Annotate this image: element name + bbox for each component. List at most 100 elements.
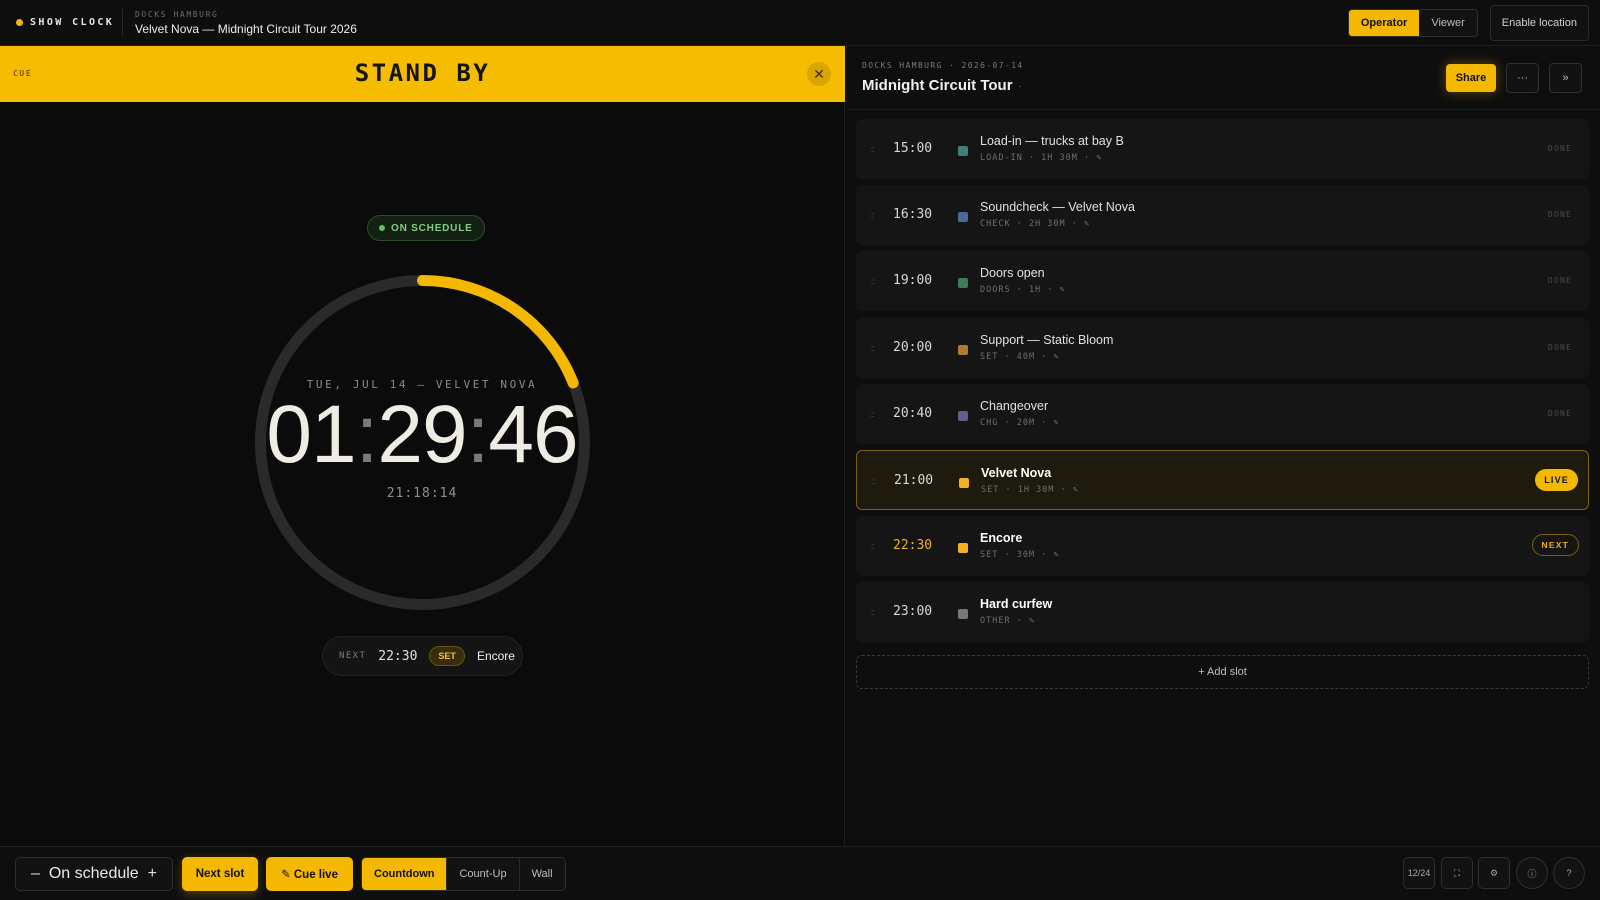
rundown-header: DOCKS HAMBURG · 2026-07-14 Midnight Circ… bbox=[846, 46, 1600, 110]
slot-title: Encore bbox=[980, 531, 1023, 546]
chevron-right-icon: » bbox=[1562, 72, 1569, 84]
drag-handle-icon[interactable]: ::: bbox=[870, 608, 875, 617]
slot-row[interactable]: ::: 21:00 Velvet Nova SET · 1H 30M · ✎ LIVE bbox=[856, 450, 1589, 510]
slot-title: Doors open bbox=[980, 266, 1045, 281]
collapse-panel-button[interactable]: » bbox=[1549, 63, 1582, 93]
rundown-title[interactable]: Midnight Circuit Tour · bbox=[862, 77, 1022, 94]
slot-state-badge: DONE bbox=[1547, 210, 1572, 220]
slot-title: Changeover bbox=[980, 398, 1049, 413]
info-button[interactable]: ⓘ bbox=[1516, 857, 1548, 889]
mode-count-up-tab[interactable]: Count-Up bbox=[446, 858, 519, 890]
fullscreen-icon: ⛶ bbox=[1453, 867, 1461, 878]
next-time: 22:30 bbox=[378, 648, 418, 664]
help-button[interactable]: ? bbox=[1553, 857, 1585, 889]
countdown-display: 01:29:46 bbox=[238, 388, 606, 482]
clock-panel: CUE STAND BY ✕ ON SCHEDULE TUE, JUL 14 —… bbox=[0, 46, 845, 846]
slot-title: Hard curfew bbox=[980, 597, 1053, 612]
drag-handle-icon[interactable]: ::: bbox=[870, 410, 875, 419]
slot-title: Load-in — trucks at bay B bbox=[980, 134, 1124, 148]
plus-button[interactable]: + bbox=[148, 865, 157, 883]
slot-color-swatch bbox=[958, 146, 968, 156]
countdown-seconds: 46 bbox=[488, 389, 578, 480]
add-slot-button[interactable]: + Add slot bbox=[856, 655, 1589, 689]
title-dot: · bbox=[1018, 80, 1022, 92]
drag-handle-icon[interactable]: ::: bbox=[870, 277, 875, 286]
brand: SHOW CLOCK bbox=[0, 0, 122, 45]
slot-title: Velvet Nova bbox=[981, 466, 1052, 480]
next-slot-button[interactable]: Next slot bbox=[182, 857, 258, 891]
slot-state-badge: DONE bbox=[1547, 342, 1572, 352]
mode-wall-tab[interactable]: Wall bbox=[518, 858, 565, 890]
show-title: Velvet Nova — Midnight Circuit Tour 2026 bbox=[135, 21, 357, 36]
brand-name: SHOW CLOCK bbox=[30, 17, 115, 28]
slot-time: 19:00 bbox=[893, 273, 933, 289]
cue-live-button[interactable]: ✎ Cue live bbox=[266, 857, 353, 891]
slot-color-swatch bbox=[959, 478, 969, 488]
top-bar: SHOW CLOCK DOCKS HAMBURG Velvet Nova — M… bbox=[0, 0, 1600, 46]
role-switch: Operator Viewer bbox=[1347, 9, 1478, 37]
venue-label: DOCKS HAMBURG bbox=[135, 9, 219, 19]
slot-title: Soundcheck — Velvet Nova bbox=[980, 200, 1135, 215]
drag-handle-icon[interactable]: ::: bbox=[870, 542, 875, 551]
slot-time: 22:30 bbox=[893, 538, 933, 554]
slot-row[interactable]: ::: 19:00 Doors open DOORS · 1H · ✎ DONE bbox=[856, 251, 1589, 312]
next-tag: SET bbox=[429, 646, 465, 666]
slot-row[interactable]: ::: 23:00 Hard curfew OTHER · ✎ bbox=[856, 582, 1589, 643]
colon-separator: : bbox=[466, 389, 490, 480]
schedule-status: On schedule bbox=[48, 865, 139, 882]
slot-color-swatch bbox=[958, 212, 968, 223]
role-viewer-button[interactable]: Viewer bbox=[1419, 10, 1477, 36]
slot-color-swatch bbox=[958, 609, 968, 620]
slot-time: 20:00 bbox=[893, 339, 933, 355]
mode-countdown-tab[interactable]: Countdown bbox=[362, 858, 447, 890]
fullscreen-button[interactable]: ⛶ bbox=[1441, 857, 1473, 889]
schedule-adjuster: – On schedule + bbox=[15, 857, 173, 891]
more-button[interactable]: ··· bbox=[1506, 63, 1539, 93]
bottom-bar: – On schedule + Next slot ✎ Cue live Cou… bbox=[0, 846, 1600, 900]
info-icon: ⓘ bbox=[1527, 868, 1537, 879]
help-icon: ? bbox=[1566, 868, 1572, 878]
slot-state-badge: LIVE bbox=[1535, 469, 1578, 491]
cue-banner: CUE STAND BY ✕ bbox=[0, 46, 845, 102]
next-label: NEXT bbox=[339, 651, 367, 661]
format-12-24-button[interactable]: 12/24 bbox=[1403, 857, 1435, 889]
slot-time: 23:00 bbox=[893, 604, 933, 620]
drag-handle-icon[interactable]: ::: bbox=[870, 211, 875, 220]
close-cue-button[interactable]: ✕ bbox=[807, 62, 831, 86]
slot-row[interactable]: ::: 20:40 Changeover CHG · 20M · ✎ DONE bbox=[856, 383, 1589, 444]
share-button[interactable]: Share bbox=[1446, 64, 1496, 92]
role-operator-button[interactable]: Operator bbox=[1348, 10, 1420, 36]
next-name: Encore bbox=[476, 649, 515, 663]
rundown-venue-date: DOCKS HAMBURG · 2026-07-14 bbox=[862, 61, 1024, 70]
top-bar-actions: Operator Viewer Enable location bbox=[1347, 5, 1589, 41]
slot-title: Support — Static Bloom bbox=[980, 332, 1114, 347]
cue-text: STAND BY bbox=[354, 59, 491, 87]
enable-location-button[interactable]: Enable location bbox=[1489, 5, 1589, 41]
drag-handle-icon[interactable]: ::: bbox=[871, 477, 876, 486]
rundown-title-text: Midnight Circuit Tour bbox=[862, 77, 1013, 94]
slot-meta: SET · 1H 30M · ✎ bbox=[981, 485, 1079, 495]
slot-meta: LOAD-IN · 1H 30M · ✎ bbox=[980, 153, 1103, 163]
slot-meta: SET · 40M · ✎ bbox=[980, 351, 1060, 362]
more-icon: ··· bbox=[1517, 72, 1528, 84]
slot-meta: CHG · 20M · ✎ bbox=[980, 417, 1060, 428]
minus-button[interactable]: – bbox=[31, 865, 40, 883]
rundown-panel: DOCKS HAMBURG · 2026-07-14 Midnight Circ… bbox=[846, 46, 1600, 846]
slot-row[interactable]: ::: 15:00 Load-in — trucks at bay BLOAD-IN… bbox=[856, 119, 1589, 179]
slot-color-swatch bbox=[958, 543, 968, 554]
drag-handle-icon[interactable]: ::: bbox=[870, 344, 875, 353]
brand-dot-icon bbox=[16, 19, 23, 26]
slot-row[interactable]: ::: 20:00 Support — Static BloomSET · 40M … bbox=[856, 317, 1589, 378]
slot-meta: DOORS · 1H · ✎ bbox=[980, 285, 1066, 296]
slot-color-swatch bbox=[958, 410, 968, 421]
slot-row[interactable]: ::: 16:30 Soundcheck — Velvet Nova CHECK · … bbox=[856, 185, 1589, 246]
slot-time: 15:00 bbox=[893, 141, 933, 156]
gear-icon: ⚙ bbox=[1489, 867, 1499, 878]
status-dot-icon bbox=[379, 225, 385, 231]
slot-state-badge: DONE bbox=[1547, 408, 1572, 418]
settings-button[interactable]: ⚙ bbox=[1478, 857, 1510, 889]
show-title-block: DOCKS HAMBURG Velvet Nova — Midnight Cir… bbox=[122, 8, 357, 37]
clock-mode-switch: Countdown Count-Up Wall bbox=[361, 857, 566, 891]
drag-handle-icon[interactable]: ::: bbox=[870, 145, 875, 154]
slot-row[interactable]: ::: 22:30 Encore SET · 30M · ✎ NEXT bbox=[856, 516, 1589, 577]
